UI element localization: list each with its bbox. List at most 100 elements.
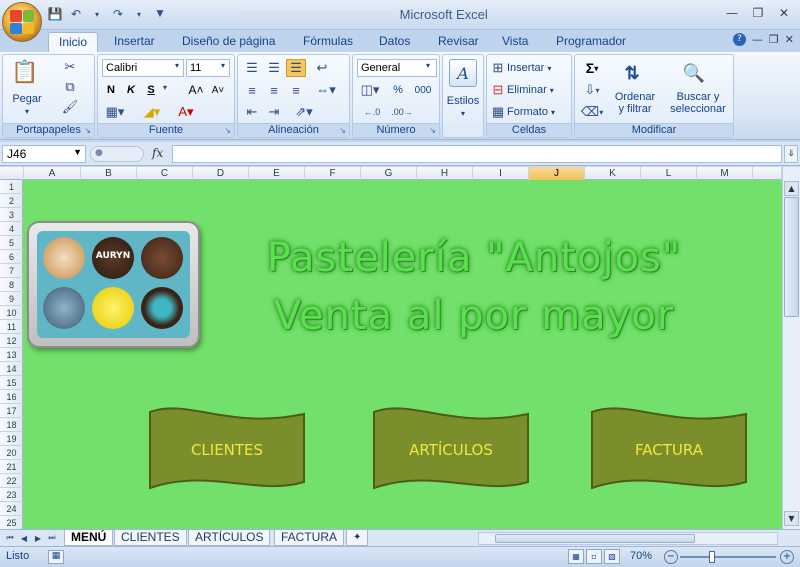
tab-revisar[interactable]: Revisar bbox=[428, 32, 489, 52]
row-header[interactable]: 5 bbox=[0, 236, 23, 250]
row-header[interactable]: 16 bbox=[0, 390, 23, 404]
font-color-icon[interactable]: A▾ bbox=[172, 103, 200, 121]
undo-icon[interactable]: ↶ bbox=[67, 5, 85, 23]
row-header[interactable]: 3 bbox=[0, 208, 23, 222]
minimize-icon[interactable]: — bbox=[720, 4, 744, 22]
format-painter-icon[interactable]: 🖌 bbox=[61, 99, 79, 115]
row-header[interactable]: 18 bbox=[0, 418, 23, 432]
tab-inicio[interactable]: Inicio bbox=[48, 32, 99, 52]
zoom-slider-thumb[interactable] bbox=[709, 551, 715, 563]
sheet-tab-factura[interactable]: FACTURA bbox=[274, 530, 345, 546]
column-header[interactable]: K bbox=[585, 167, 641, 180]
tab-insertar[interactable]: Insertar bbox=[104, 32, 165, 52]
redo-dropdown-icon[interactable]: ▾ bbox=[130, 5, 148, 23]
row-header[interactable]: 21 bbox=[0, 460, 23, 474]
close-workbook-icon[interactable]: ✕ bbox=[785, 33, 794, 46]
customize-toolbar-icon[interactable]: ▼ bbox=[151, 5, 169, 23]
insert-function-button[interactable]: fx bbox=[152, 146, 163, 160]
close-icon[interactable]: ✕ bbox=[772, 4, 796, 22]
column-header[interactable]: F bbox=[305, 167, 361, 180]
vertical-scrollbar[interactable]: ▲ ▼ bbox=[782, 167, 800, 529]
numero-launcher-icon[interactable]: ↘ bbox=[429, 126, 436, 135]
restore-icon[interactable]: ❐ bbox=[746, 4, 770, 22]
row-header[interactable]: 19 bbox=[0, 432, 23, 446]
alineacion-launcher-icon[interactable]: ↘ bbox=[339, 126, 346, 135]
delete-cells-button[interactable]: Eliminar ▾ bbox=[507, 81, 569, 99]
restore-workbook-icon[interactable]: ❐ bbox=[769, 33, 779, 46]
tab-diseno[interactable]: Diseño de página bbox=[172, 32, 285, 52]
align-top-icon[interactable]: ☰ bbox=[242, 59, 262, 77]
row-header[interactable]: 6 bbox=[0, 250, 23, 264]
wrap-text-icon[interactable]: ↩ bbox=[312, 59, 332, 77]
select-all-corner[interactable] bbox=[0, 167, 24, 180]
name-box[interactable]: J46 ▼ bbox=[2, 145, 86, 163]
vertical-scroll-thumb[interactable] bbox=[784, 197, 799, 317]
column-header[interactable]: G bbox=[361, 167, 417, 180]
tab-datos[interactable]: Datos bbox=[369, 32, 420, 52]
underline-dropdown-icon[interactable]: ▾ bbox=[160, 83, 170, 92]
normal-view-icon[interactable]: ▦ bbox=[568, 549, 584, 564]
horizontal-scrollbar[interactable] bbox=[478, 532, 778, 545]
decrease-decimal-icon[interactable]: .00→ bbox=[389, 103, 415, 121]
tab-vista[interactable]: Vista bbox=[492, 32, 538, 52]
portapapeles-launcher-icon[interactable]: ↘ bbox=[84, 126, 91, 135]
sort-filter-label-2[interactable]: y filtrar bbox=[607, 103, 663, 115]
font-name-dropdown-icon[interactable]: ▾ bbox=[172, 61, 182, 70]
tab-formulas[interactable]: Fórmulas bbox=[293, 32, 363, 52]
help-icon[interactable]: ? bbox=[732, 33, 746, 46]
sort-filter-label[interactable]: Ordenar bbox=[607, 91, 663, 103]
first-sheet-icon[interactable]: ⏮ bbox=[4, 532, 16, 544]
grow-font-icon[interactable]: A˄ bbox=[186, 81, 206, 99]
next-sheet-icon[interactable]: ▶ bbox=[32, 532, 44, 544]
fill-icon[interactable]: ⇩ ▾ bbox=[579, 81, 605, 99]
fuente-launcher-icon[interactable]: ↘ bbox=[224, 126, 231, 135]
row-header[interactable]: 24 bbox=[0, 502, 23, 516]
row-header[interactable]: 9 bbox=[0, 292, 23, 306]
row-header[interactable]: 14 bbox=[0, 362, 23, 376]
borders-icon[interactable]: ▦▾ bbox=[102, 103, 128, 121]
page-break-view-icon[interactable]: ▧ bbox=[604, 549, 620, 564]
sheet-canvas[interactable]: AURYN Pastelería "Antojos" Venta al por … bbox=[24, 181, 782, 529]
align-bottom-icon[interactable]: ☰ bbox=[286, 59, 306, 77]
row-header[interactable]: 11 bbox=[0, 320, 23, 334]
row-header[interactable]: 2 bbox=[0, 194, 23, 208]
row-header[interactable]: 12 bbox=[0, 334, 23, 348]
formula-bar-divider[interactable]: ● bbox=[90, 146, 144, 162]
decrease-indent-icon[interactable]: ⇤ bbox=[242, 103, 262, 121]
tab-programador[interactable]: Programador bbox=[546, 32, 636, 52]
column-header[interactable]: M bbox=[697, 167, 753, 180]
styles-icon[interactable]: A bbox=[449, 59, 477, 87]
column-header[interactable]: A bbox=[24, 167, 81, 180]
column-header[interactable]: C bbox=[137, 167, 193, 180]
shrink-font-icon[interactable]: A˅ bbox=[208, 81, 228, 99]
find-select-icon[interactable]: 🔍 bbox=[679, 59, 709, 87]
row-header[interactable]: 10 bbox=[0, 306, 23, 320]
row-header[interactable]: 23 bbox=[0, 488, 23, 502]
currency-icon[interactable]: ◫▾ bbox=[357, 81, 383, 99]
styles-dropdown-icon[interactable]: ▾ bbox=[457, 109, 469, 118]
sheet-tab-clientes[interactable]: CLIENTES bbox=[114, 530, 187, 546]
column-header[interactable] bbox=[753, 167, 782, 180]
row-header[interactable]: 25 bbox=[0, 516, 23, 530]
align-middle-icon[interactable]: ☰ bbox=[264, 59, 284, 77]
thousands-button[interactable]: 000 bbox=[411, 81, 435, 99]
row-header[interactable]: 15 bbox=[0, 376, 23, 390]
insert-cells-icon[interactable]: ⊞ bbox=[491, 59, 505, 77]
macro-record-icon[interactable]: ▦ bbox=[48, 550, 64, 564]
zoom-out-icon[interactable]: − bbox=[664, 550, 678, 564]
clientes-button[interactable]: CLIENTES bbox=[148, 404, 306, 496]
number-format-dropdown-icon[interactable]: ▾ bbox=[423, 61, 433, 70]
bold-button[interactable]: N bbox=[102, 81, 120, 99]
paste-dropdown-icon[interactable]: ▾ bbox=[21, 107, 33, 116]
sheet-tab-menu[interactable]: MENÚ bbox=[64, 530, 114, 546]
zoom-in-icon[interactable]: + bbox=[780, 550, 794, 564]
align-center-icon[interactable]: ≡ bbox=[264, 81, 284, 99]
office-button[interactable] bbox=[2, 2, 42, 42]
row-header[interactable]: 13 bbox=[0, 348, 23, 362]
column-header[interactable]: B bbox=[81, 167, 137, 180]
scroll-up-icon[interactable]: ▲ bbox=[784, 181, 799, 196]
find-select-label[interactable]: Buscar y bbox=[665, 91, 731, 103]
row-header[interactable]: 7 bbox=[0, 264, 23, 278]
orientation-icon[interactable]: ⇗▾ bbox=[290, 103, 318, 121]
find-select-label-2[interactable]: seleccionar bbox=[665, 103, 731, 115]
